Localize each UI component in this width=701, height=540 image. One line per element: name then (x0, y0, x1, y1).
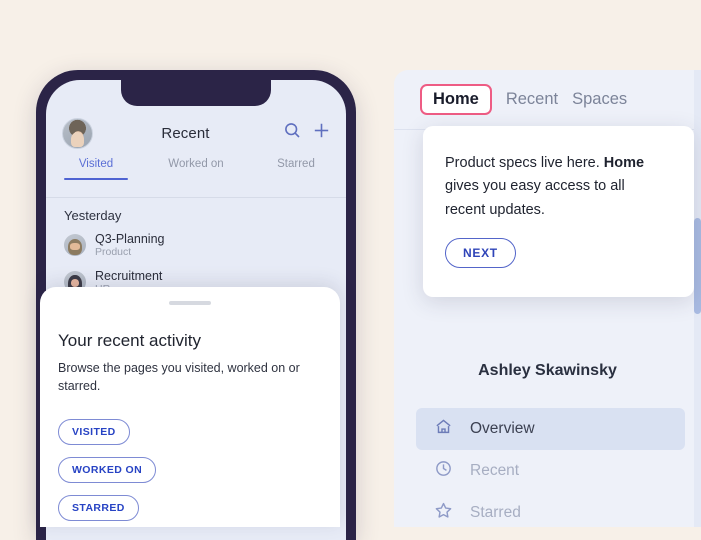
chip-starred[interactable]: STARRED (58, 495, 139, 522)
sidebar-item-recent[interactable]: Recent (416, 450, 685, 492)
sidebar-item-label: Recent (470, 462, 520, 479)
user-avatar[interactable] (62, 117, 93, 149)
sidebar-item-overview[interactable]: Overview (416, 408, 685, 450)
home-icon (434, 417, 453, 441)
panel-scrollbar-track[interactable] (694, 70, 701, 527)
panel-tabbar: Home Recent Spaces (394, 70, 701, 129)
plus-icon[interactable] (313, 122, 330, 144)
phone-tab-worked-on[interactable]: Worked on (146, 156, 246, 170)
onboarding-tooltip: Product specs live here. Home gives you … (423, 126, 694, 297)
screenshot-root: Recent Visited Worked on Starred Yesterd… (0, 0, 701, 540)
tooltip-next-button[interactable]: NEXT (445, 238, 516, 269)
sidebar-item-label: Overview (470, 420, 535, 437)
phone-tab-divider (46, 197, 346, 198)
bottom-sheet: Your recent activity Browse the pages yo… (40, 287, 340, 527)
phone-topbar: Recent (46, 110, 346, 156)
bottom-sheet-body: Your recent activity Browse the pages yo… (40, 287, 340, 522)
panel-scrollbar-thumb[interactable] (694, 218, 701, 314)
bottom-sheet-chips: VISITED WORKED ON STARRED (58, 419, 322, 522)
phone-tabbar: Visited Worked on Starred (46, 156, 346, 190)
tooltip-text-part1: Product specs live here. (445, 155, 604, 171)
phone-tab-visited[interactable]: Visited (46, 156, 146, 180)
tooltip-text: Product specs live here. Home gives you … (423, 126, 694, 222)
list-item-title: Recruitment (95, 268, 163, 283)
phone-screen-title: Recent (161, 124, 210, 142)
bottom-sheet-title: Your recent activity (58, 331, 201, 350)
phone-tab-starred[interactable]: Starred (246, 156, 346, 170)
tooltip-text-part2: gives you easy access to all recent upda… (445, 178, 625, 218)
sidebar-item-label: Starred (470, 504, 521, 521)
profile-name: Ashley Skawinsky (478, 362, 617, 379)
search-icon[interactable] (284, 122, 301, 144)
bottom-sheet-description: Browse the pages you visited, worked on … (58, 361, 300, 394)
list-item-avatar (64, 234, 86, 257)
star-icon (434, 501, 453, 525)
panel-tab-spaces[interactable]: Spaces (572, 90, 627, 109)
drag-handle[interactable] (169, 301, 211, 305)
list-item-subtitle: Product (95, 246, 132, 258)
clock-icon (434, 459, 453, 483)
list-item-title: Q3-Planning (95, 232, 165, 246)
phone-topbar-actions (284, 122, 330, 144)
sidebar-item-starred[interactable]: Starred (416, 492, 685, 527)
tooltip-text-bold: Home (603, 155, 645, 171)
phone-notch (121, 80, 271, 106)
panel-tab-home[interactable]: Home (420, 84, 492, 115)
list-item[interactable]: Q3-Planning Product (64, 232, 332, 259)
list-group-header: Yesterday (64, 208, 122, 223)
panel-sidebar-menu: Overview Recent Starred Notes (416, 408, 685, 527)
chip-worked-on[interactable]: WORKED ON (58, 457, 157, 484)
chip-visited[interactable]: VISITED (58, 419, 130, 446)
panel-tab-recent[interactable]: Recent (506, 90, 558, 109)
list-item-text: Q3-Planning Product (95, 232, 165, 259)
